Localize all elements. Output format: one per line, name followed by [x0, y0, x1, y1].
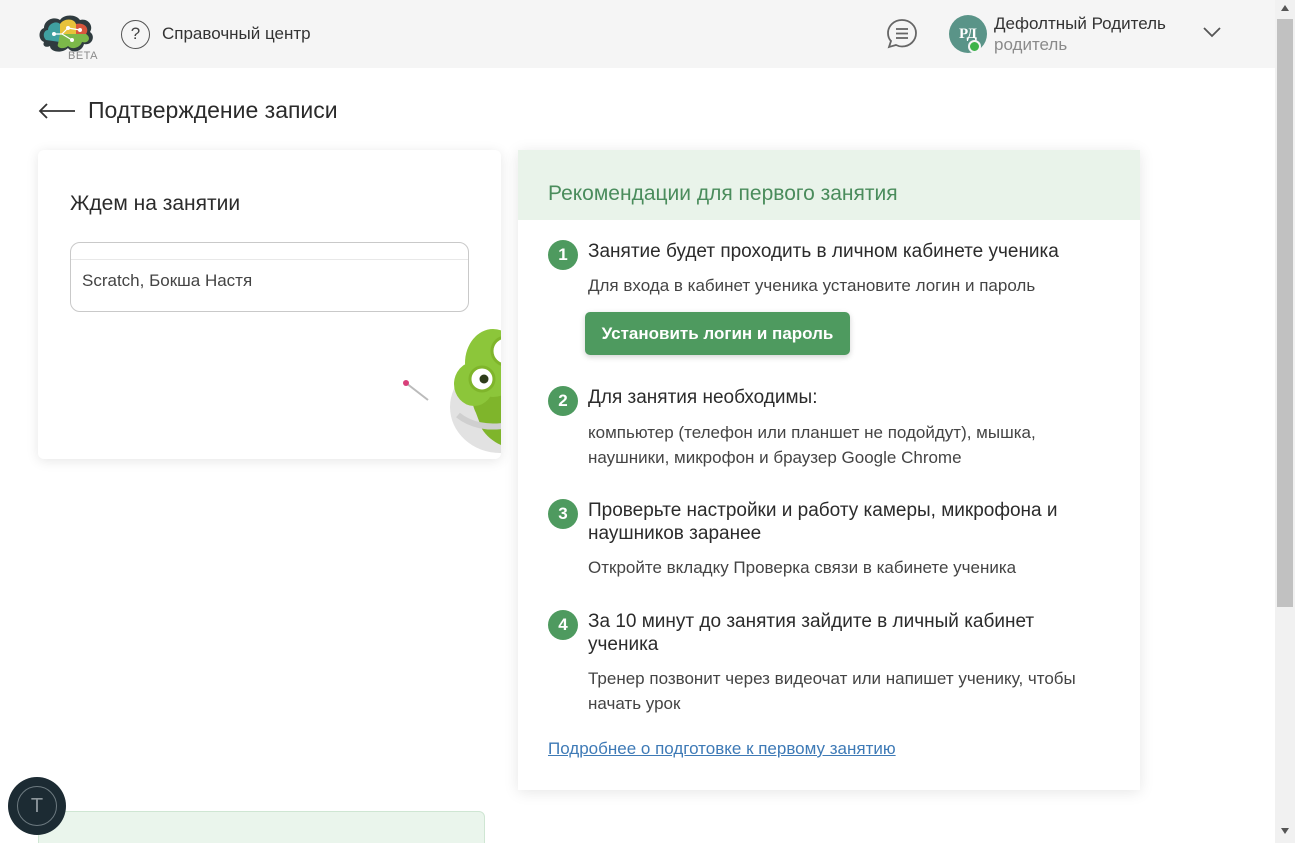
- help-icon: ?: [121, 19, 150, 49]
- step-1-number: 1: [548, 240, 578, 270]
- booking-card: Ждем на занятии Scratch, Бокша Настя: [38, 150, 501, 459]
- step-4-desc-line-1: Тренер позвонит через видеочат или напиш…: [588, 669, 1076, 688]
- divider: [71, 259, 468, 260]
- help-center-label: Справочный центр: [162, 24, 311, 43]
- step-3-desc: Откройте вкладку Проверка связи в кабине…: [588, 558, 1017, 577]
- t-letter-icon: T: [17, 786, 57, 826]
- user-role: родитель: [994, 35, 1068, 54]
- first-lesson-details-link[interactable]: Подробнее о подготовке к первому занятию: [548, 739, 896, 759]
- step-4-number: 4: [548, 610, 578, 640]
- course-name: Scratch, Бокша Настя: [82, 271, 253, 290]
- step-4-title-line-2: ученика: [588, 634, 659, 655]
- step-1-desc: Для входа в кабинет ученика установите л…: [588, 276, 1036, 295]
- step-4-title-line-1: За 10 минут до занятия зайдите в личный …: [588, 611, 1035, 632]
- page-title: Подтверждение записи: [88, 97, 338, 123]
- help-center-link[interactable]: ? Справочный центр: [121, 19, 311, 49]
- step-2-desc-line-2: наушники, микрофон и браузер Google Chro…: [588, 448, 962, 467]
- step-2-desc-line-1: компьютер (телефон или планшет не подойд…: [588, 423, 1036, 442]
- online-status-dot: [968, 40, 981, 53]
- step-3-number: 3: [548, 499, 578, 529]
- step-1-title: Занятие будет проходить в личном кабинет…: [588, 241, 1059, 262]
- recommendations-card: Рекомендации для первого занятия 1 Занят…: [518, 150, 1140, 790]
- recommendations-title: Рекомендации для первого занятия: [548, 182, 898, 205]
- scroll-down-arrow-icon[interactable]: [1281, 828, 1289, 834]
- top-header: BETA ? Справочный центр РД Дефолтный Род…: [0, 0, 1275, 68]
- info-card-partial: [38, 811, 485, 843]
- step-2-number: 2: [548, 386, 578, 416]
- step-3-title-line-2: наушников заранее: [588, 523, 762, 544]
- step-2-title: Для занятия необходимы:: [588, 387, 818, 408]
- chevron-down-icon[interactable]: [1201, 24, 1223, 40]
- chat-icon[interactable]: [886, 18, 918, 50]
- recommendations-header: Рекомендации для первого занятия: [518, 150, 1140, 220]
- robot-mascot-image: [398, 305, 501, 459]
- beta-badge: BETA: [68, 50, 98, 62]
- set-login-password-button[interactable]: Установить логин и пароль: [585, 312, 850, 355]
- step-3-title-line-1: Проверьте настройки и работу камеры, мик…: [588, 500, 1058, 521]
- floating-assistant-button[interactable]: T: [8, 777, 66, 835]
- course-info-box: Scratch, Бокша Настя: [70, 242, 469, 312]
- scroll-up-arrow-icon[interactable]: [1281, 5, 1289, 11]
- scroll-thumb[interactable]: [1277, 19, 1293, 607]
- booking-card-title: Ждем на занятии: [70, 192, 241, 215]
- step-4-desc-line-2: начать урок: [588, 694, 681, 713]
- page-scrollbar[interactable]: [1275, 0, 1295, 843]
- user-name[interactable]: Дефолтный Родитель: [994, 14, 1166, 34]
- arrow-left-icon[interactable]: [38, 100, 76, 122]
